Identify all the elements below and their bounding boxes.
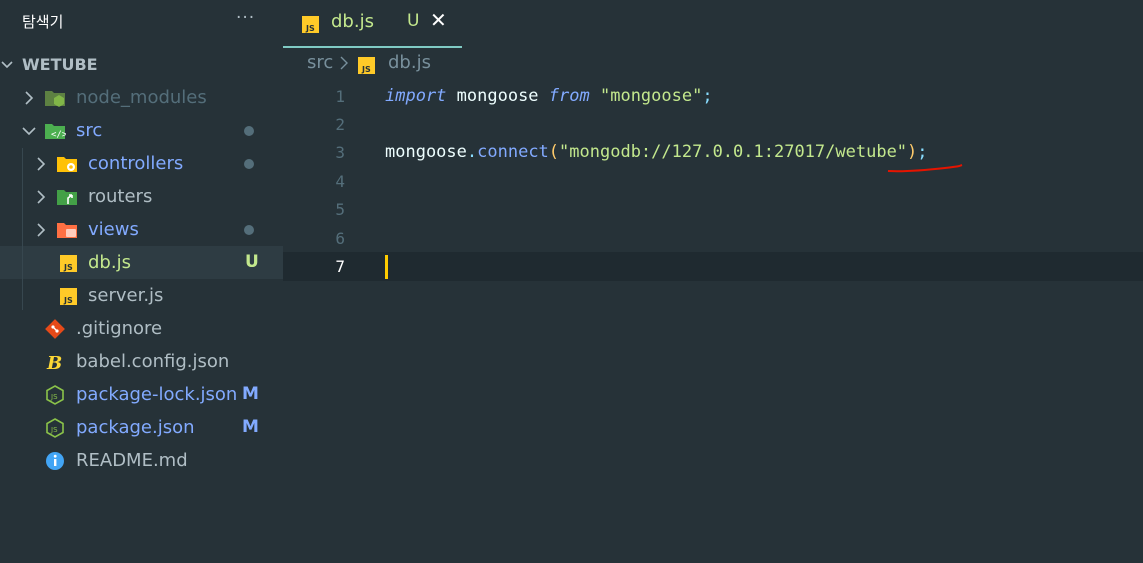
project-name: WETUBE	[22, 55, 98, 74]
code-line-6[interactable]: 6	[283, 224, 1143, 253]
tree-item-label: .gitignore	[76, 318, 163, 339]
line-number: 6	[335, 229, 345, 248]
explorer-title: 탐색기	[22, 13, 64, 31]
close-icon[interactable]: ✕	[430, 8, 447, 32]
red-underline-annotation	[887, 164, 963, 173]
svg-text:JS: JS	[50, 426, 58, 434]
chevron-right-icon	[339, 54, 349, 77]
breadcrumb-folder[interactable]: src	[307, 52, 333, 73]
tree-item-readme[interactable]: README.md	[0, 444, 283, 477]
tree-item-node-modules[interactable]: node_modules	[0, 81, 283, 114]
tree-item-label: babel.config.json	[76, 351, 230, 372]
tree-item-label: views	[88, 219, 139, 240]
chevron-right-icon	[34, 147, 48, 180]
tree-item-db-js[interactable]: JS db.js U	[0, 246, 283, 279]
chevron-down-icon	[0, 48, 14, 81]
babel-icon: B	[44, 351, 66, 374]
modified-badge: M	[242, 384, 259, 404]
tree-item-src[interactable]: </> src	[0, 114, 283, 147]
tree-item-package-lock[interactable]: JS package-lock.json M	[0, 378, 283, 411]
line-number: 1	[335, 87, 345, 106]
svg-text:JS: JS	[50, 393, 58, 401]
code-line-7[interactable]: 7	[283, 252, 1143, 281]
code-editor[interactable]: 1 import mongoose from "mongoose"; 2 3 m…	[283, 80, 1143, 563]
breadcrumb-file[interactable]: db.js	[388, 52, 431, 73]
tree-item-server-js[interactable]: JS server.js	[0, 279, 283, 312]
nodejs-icon: JS	[44, 384, 66, 406]
tree-item-label: controllers	[88, 153, 184, 174]
svg-text:</>: </>	[51, 130, 66, 140]
indent-guide	[22, 148, 23, 310]
more-actions-icon[interactable]: ···	[236, 8, 255, 28]
file-tree: WETUBE node_modules </> src controllers …	[0, 48, 283, 477]
explorer-header: 탐색기 ···	[0, 0, 283, 44]
chevron-right-icon	[34, 213, 48, 246]
modified-dot	[244, 159, 254, 169]
code-line-1[interactable]: 1 import mongoose from "mongoose";	[283, 82, 1143, 111]
folder-views-icon	[56, 219, 78, 241]
git-icon	[44, 318, 66, 340]
text-cursor	[385, 255, 388, 279]
svg-text:JS: JS	[63, 263, 73, 272]
tree-item-label: db.js	[88, 252, 131, 273]
modified-dot	[244, 126, 254, 136]
line-number: 7	[335, 257, 345, 276]
code-text: mongoose.connect("mongodb://127.0.0.1:27…	[385, 142, 928, 162]
chevron-right-icon	[22, 81, 36, 114]
svg-text:JS: JS	[361, 65, 371, 74]
chevron-down-icon	[22, 114, 36, 147]
modified-badge: M	[242, 417, 259, 437]
tree-item-package-json[interactable]: JS package.json M	[0, 411, 283, 444]
info-icon	[44, 450, 66, 472]
folder-src-open-icon: </>	[44, 120, 68, 142]
editor-tabs: JS db.js U ✕	[283, 0, 1143, 48]
project-root[interactable]: WETUBE	[0, 48, 283, 81]
tree-item-babel-config[interactable]: B babel.config.json	[0, 345, 283, 378]
javascript-file-icon: JS	[302, 13, 324, 35]
tree-item-label: package-lock.json	[76, 384, 238, 405]
nodejs-icon: JS	[44, 417, 66, 439]
line-number: 4	[335, 172, 345, 191]
untracked-badge: U	[245, 252, 259, 272]
chevron-right-icon	[34, 180, 48, 213]
folder-routers-icon	[56, 186, 78, 208]
code-line-2[interactable]: 2	[283, 110, 1143, 139]
line-number: 3	[335, 143, 345, 162]
code-line-3[interactable]: 3 mongoose.connect("mongodb://127.0.0.1:…	[283, 138, 1143, 167]
tree-item-label: routers	[88, 186, 153, 207]
javascript-file-icon: JS	[58, 285, 80, 307]
svg-text:JS: JS	[305, 24, 315, 33]
folder-node-icon	[44, 87, 66, 109]
tab-label: db.js	[331, 11, 374, 32]
javascript-file-icon: JS	[58, 252, 80, 274]
folder-controllers-icon	[56, 153, 78, 175]
code-text: import mongoose from "mongoose";	[385, 86, 713, 106]
code-line-4[interactable]: 4	[283, 167, 1143, 196]
untracked-badge: U	[407, 11, 420, 31]
tree-item-label: node_modules	[76, 87, 207, 108]
tree-item-label: README.md	[76, 450, 188, 471]
line-number: 5	[335, 200, 345, 219]
tree-item-label: src	[76, 120, 103, 141]
code-line-5[interactable]: 5	[283, 195, 1143, 224]
tree-item-views[interactable]: views	[0, 213, 283, 246]
svg-text:B: B	[46, 353, 62, 373]
line-number: 2	[335, 115, 345, 134]
tree-item-gitignore[interactable]: .gitignore	[0, 312, 283, 345]
tree-item-label: server.js	[88, 285, 164, 306]
tab-db-js[interactable]: JS db.js U ✕	[283, 0, 462, 48]
modified-dot	[244, 225, 254, 235]
tree-item-controllers[interactable]: controllers	[0, 147, 283, 180]
tree-item-label: package.json	[76, 417, 195, 438]
javascript-file-icon: JS	[357, 56, 377, 81]
tree-item-routers[interactable]: routers	[0, 180, 283, 213]
explorer-sidebar: 탐색기 ··· WETUBE node_modules </> src cont…	[0, 0, 283, 563]
svg-text:JS: JS	[63, 296, 73, 305]
